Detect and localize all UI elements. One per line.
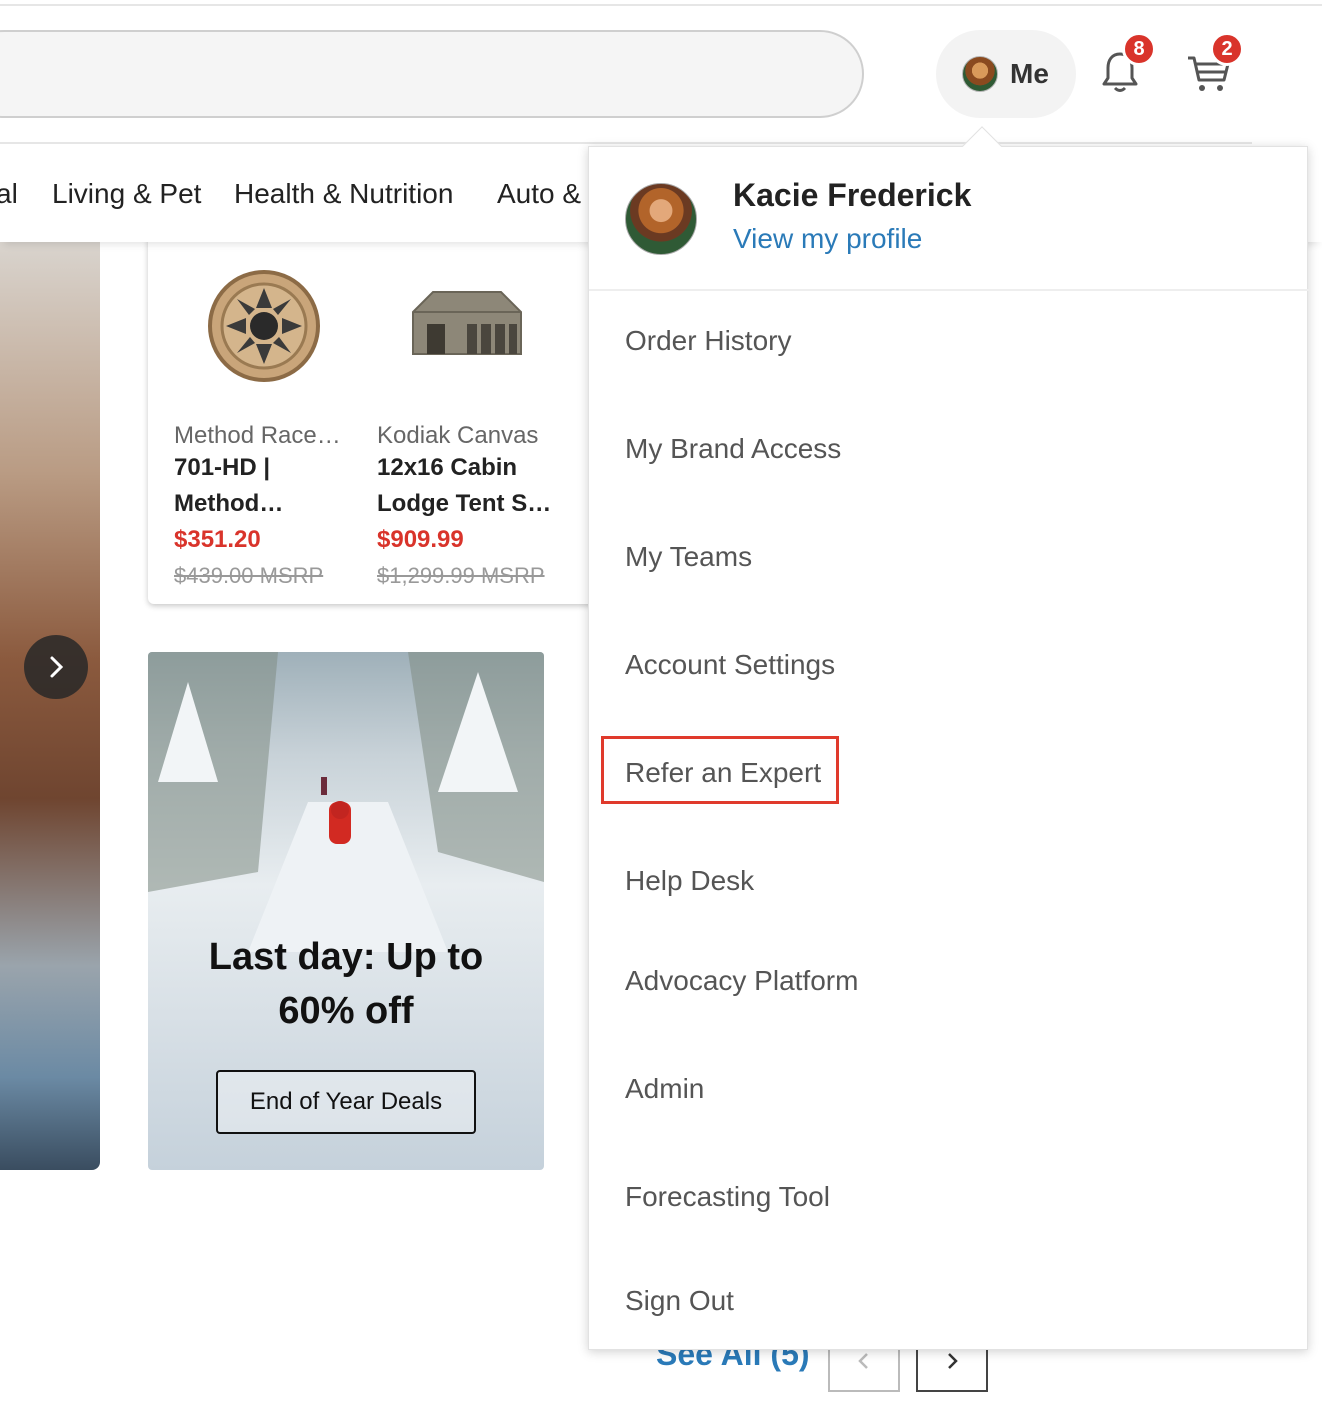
account-dropdown-menu: Kacie Frederick View my profile Order Hi… [588, 146, 1309, 1350]
menu-item-sign-out[interactable]: Sign Out [625, 1285, 734, 1317]
product-name: Lodge Tent S… [377, 490, 552, 517]
wheel-image [174, 266, 354, 386]
view-profile-link[interactable]: View my profile [733, 223, 922, 255]
product-carousel: Method Race… 701-HD | Method… $351.20 $4… [148, 236, 608, 604]
menu-item-order-history[interactable]: Order History [625, 325, 791, 357]
product-brand: Method Race… [174, 422, 341, 449]
product-msrp: $1,299.99 MSRP [377, 563, 545, 588]
hero-image [0, 242, 100, 1170]
chevron-right-icon [50, 656, 64, 678]
product-card[interactable]: Kodiak Canvas 12x16 Cabin Lodge Tent S… … [377, 266, 557, 594]
product-name: 701-HD | [174, 454, 271, 481]
promo-headline-line1: Last day: Up to [208, 936, 484, 978]
avatar [962, 56, 998, 92]
menu-item-my-brand-access[interactable]: My Brand Access [625, 433, 841, 465]
nav-item-health-nutrition[interactable]: Health & Nutrition [234, 178, 453, 210]
menu-item-forecasting-tool[interactable]: Forecasting Tool [625, 1181, 830, 1213]
product-brand: Kodiak Canvas [377, 422, 539, 449]
menu-item-refer-an-expert[interactable]: Refer an Expert [625, 757, 821, 789]
account-menu-button[interactable]: Me [936, 30, 1076, 118]
product-card[interactable]: Method Race… 701-HD | Method… $351.20 $4… [174, 266, 354, 594]
promo-headline: Last day: Up to 60% off [148, 930, 544, 1038]
cart-button[interactable]: 2 [1182, 32, 1244, 102]
page: Me 8 2 al Living & Pet Health & Nutritio… [0, 0, 1322, 1414]
nav-item-auto[interactable]: Auto & [497, 178, 581, 210]
dropdown-user-header: Kacie Frederick View my profile [589, 147, 1309, 291]
menu-item-admin[interactable]: Admin [625, 1073, 704, 1105]
carousel-next-button[interactable] [24, 635, 88, 699]
end-of-year-deals-button[interactable]: End of Year Deals [216, 1070, 476, 1134]
product-name: Method… [174, 490, 284, 517]
snow-forest-image [148, 652, 544, 952]
notifications-button[interactable]: 8 [1094, 32, 1156, 102]
product-name: 12x16 Cabin [377, 454, 518, 481]
nav-divider [0, 142, 1252, 144]
top-divider [0, 4, 1322, 6]
search-input[interactable] [0, 30, 864, 118]
nav-item-living-pet[interactable]: Living & Pet [52, 178, 201, 210]
user-name: Kacie Frederick [733, 177, 972, 213]
tent-icon [412, 291, 522, 355]
account-menu-label: Me [1010, 58, 1049, 89]
tent-image [377, 266, 557, 386]
chevron-right-icon [948, 1353, 958, 1369]
promo-headline-line2: 60% off [278, 990, 414, 1032]
menu-item-help-desk[interactable]: Help Desk [625, 865, 754, 897]
product-price: $909.99 [377, 526, 464, 553]
menu-item-advocacy-platform[interactable]: Advocacy Platform [625, 965, 858, 997]
menu-item-account-settings[interactable]: Account Settings [625, 649, 835, 681]
menu-item-my-teams[interactable]: My Teams [625, 541, 752, 573]
cart-badge: 2 [1210, 32, 1244, 66]
avatar[interactable] [625, 183, 697, 255]
chevron-left-icon [858, 1353, 868, 1369]
wheel-icon [208, 270, 320, 382]
promo-card: Last day: Up to 60% off End of Year Deal… [148, 652, 544, 1170]
product-price: $351.20 [174, 526, 261, 553]
notifications-badge: 8 [1122, 32, 1156, 66]
nav-item-partial[interactable]: al [0, 178, 18, 210]
product-msrp: $439.00 MSRP [174, 563, 324, 588]
